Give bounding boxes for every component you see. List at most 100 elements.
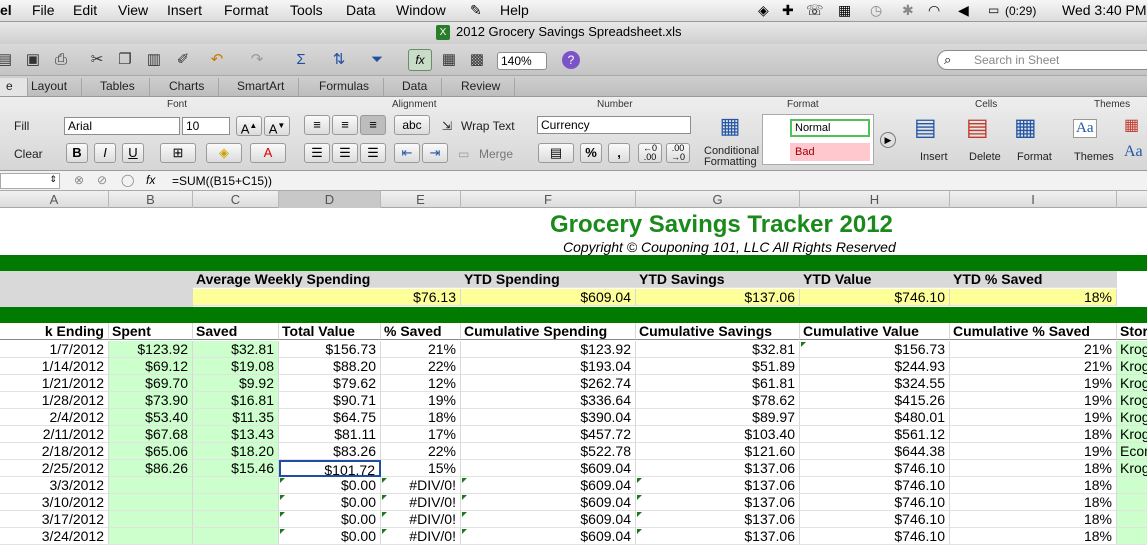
table-cell[interactable]: $79.62 [279, 375, 381, 392]
table-cell[interactable]: $90.71 [279, 392, 381, 409]
table-cell[interactable]: $123.92 [461, 341, 636, 358]
table-cell[interactable]: $137.06 [636, 477, 800, 494]
fx-icon[interactable]: fx [146, 173, 155, 187]
increase-decimal-icon[interactable]: ←0.00 [638, 143, 662, 163]
bold-icon[interactable]: B [66, 143, 88, 163]
plus-icon[interactable]: ✚ [782, 2, 794, 19]
table-cell[interactable]: $11.35 [193, 409, 279, 426]
table-cell[interactable]: $123.92 [109, 341, 193, 358]
table-cell[interactable]: 18% [950, 477, 1117, 494]
menu-view[interactable]: View [118, 2, 148, 18]
column-header-e[interactable]: E [381, 191, 461, 208]
table-cell[interactable]: 15% [381, 460, 461, 477]
table-header[interactable]: Cumulative Value [800, 323, 950, 340]
tab-layout[interactable]: Layout [17, 78, 83, 96]
table-cell[interactable]: 3/24/2012 [0, 528, 109, 545]
table-cell[interactable]: 1/7/2012 [0, 341, 109, 358]
decrease-indent-icon[interactable]: ⇤ [394, 143, 420, 163]
menu-insert[interactable]: Insert [167, 2, 202, 18]
table-cell[interactable]: $65.06 [109, 443, 193, 460]
sort-icon[interactable]: ⇅ [328, 49, 350, 71]
autosum-icon[interactable]: Σ [290, 49, 312, 71]
table-cell[interactable]: $746.10 [800, 494, 950, 511]
table-cell[interactable]: $121.60 [636, 443, 800, 460]
table-cell[interactable] [109, 528, 193, 545]
table-cell[interactable]: $746.10 [800, 511, 950, 528]
table-cell[interactable]: $9.92 [193, 375, 279, 392]
table-cell[interactable]: $522.78 [461, 443, 636, 460]
table-cell[interactable] [109, 494, 193, 511]
table-cell[interactable]: $746.10 [800, 477, 950, 494]
volume-icon[interactable]: ◀ [958, 2, 969, 19]
table-header[interactable]: Total Value [279, 323, 381, 340]
fill-color-icon[interactable]: ◈ [206, 143, 242, 163]
table-cell[interactable]: 12% [381, 375, 461, 392]
summary-value[interactable]: $609.04 [461, 289, 636, 306]
tab-smartart[interactable]: SmartArt [223, 78, 300, 96]
table-cell[interactable]: $69.70 [109, 375, 193, 392]
wrap-text-icon[interactable]: ⇲ [442, 119, 452, 133]
selected-cell[interactable]: $101.72 [279, 460, 381, 477]
table-cell[interactable]: $609.04 [461, 477, 636, 494]
table-header[interactable]: k Ending [0, 323, 109, 340]
table-header[interactable]: Cumulative % Saved [950, 323, 1117, 340]
table-header[interactable]: Cumulative Savings [636, 323, 800, 340]
number-format-select[interactable]: Currency [537, 116, 691, 134]
table-cell[interactable]: 1/28/2012 [0, 392, 109, 409]
table-cell[interactable]: $0.00 [279, 511, 381, 528]
conditional-formatting-icon[interactable]: ▦ [710, 113, 750, 141]
style-bad[interactable]: Bad [790, 143, 870, 161]
table-header[interactable]: Saved [193, 323, 279, 340]
table-cell[interactable]: 18% [950, 426, 1117, 443]
table-cell[interactable]: $78.62 [636, 392, 800, 409]
summary-value[interactable]: $137.06 [636, 289, 800, 306]
table-cell[interactable]: Krog [1117, 409, 1147, 426]
table-cell[interactable]: 21% [381, 341, 461, 358]
table-cell[interactable]: $644.38 [800, 443, 950, 460]
table-cell[interactable]: $13.43 [193, 426, 279, 443]
print-icon[interactable]: ⎙ [50, 49, 72, 71]
paste-icon[interactable]: ▥ [143, 49, 165, 71]
column-header-a[interactable]: A [0, 191, 109, 208]
calendar-icon[interactable]: ▦ [838, 2, 851, 19]
insert-cells-icon[interactable]: ▤ [914, 113, 937, 142]
menu-file[interactable]: File [32, 2, 55, 18]
table-cell[interactable]: $83.26 [279, 443, 381, 460]
table-cell[interactable]: 18% [950, 494, 1117, 511]
summary-value[interactable]: 18% [950, 289, 1117, 306]
table-cell[interactable]: $324.55 [800, 375, 950, 392]
column-header-h[interactable]: H [800, 191, 950, 208]
undo-icon[interactable]: ↶ [206, 49, 228, 71]
table-cell[interactable]: Krog [1117, 460, 1147, 477]
decrease-decimal-icon[interactable]: .00 →0 [666, 143, 690, 163]
table-cell[interactable] [109, 511, 193, 528]
table-header[interactable]: Spent [109, 323, 193, 340]
table-cell[interactable]: $0.00 [279, 528, 381, 545]
menu-window[interactable]: Window [396, 2, 446, 18]
table-cell[interactable] [109, 477, 193, 494]
summary-header[interactable]: YTD Savings [636, 271, 800, 288]
table-cell[interactable]: 19% [950, 409, 1117, 426]
table-cell[interactable]: 2/18/2012 [0, 443, 109, 460]
table-cell[interactable]: $137.06 [636, 460, 800, 477]
table-cell[interactable]: $262.74 [461, 375, 636, 392]
column-header-i[interactable]: I [950, 191, 1117, 208]
column-header-j[interactable] [1117, 191, 1147, 208]
table-cell[interactable]: $64.75 [279, 409, 381, 426]
function-toggle-icon[interactable]: ◯ [121, 173, 134, 187]
theme-fonts-icon[interactable]: Aa [1124, 143, 1143, 161]
table-cell[interactable]: $32.81 [636, 341, 800, 358]
format-button[interactable]: Format [1017, 151, 1052, 163]
tab-formulas[interactable]: Formulas [305, 78, 385, 96]
format-cells-icon[interactable]: ▦ [1014, 113, 1037, 142]
table-cell[interactable]: 19% [381, 392, 461, 409]
table-cell[interactable]: 21% [950, 358, 1117, 375]
table-cell[interactable]: 3/3/2012 [0, 477, 109, 494]
column-header-g[interactable]: G [636, 191, 800, 208]
theme-colors-icon[interactable]: ▦ [1124, 115, 1139, 135]
table-cell[interactable]: 22% [381, 358, 461, 375]
table-cell[interactable] [1117, 477, 1147, 494]
align-left-icon[interactable]: ☰ [304, 143, 330, 163]
table-cell[interactable] [1117, 494, 1147, 511]
underline-icon[interactable]: U [122, 143, 144, 163]
